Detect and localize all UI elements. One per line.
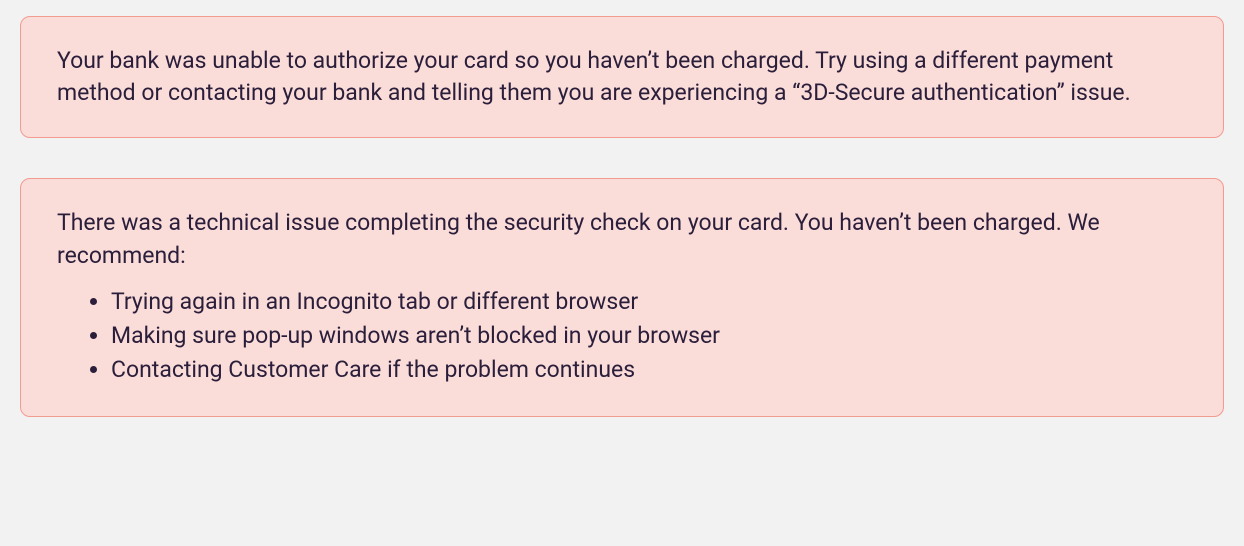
alert-bank-authorization: Your bank was unable to authorize your c…: [20, 16, 1224, 138]
list-item: Contacting Customer Care if the problem …: [111, 354, 1187, 386]
alert-message: There was a technical issue completing t…: [57, 207, 1187, 271]
list-item: Making sure pop-up windows aren’t blocke…: [111, 320, 1187, 352]
alert-recommendations-list: Trying again in an Incognito tab or diff…: [57, 286, 1187, 387]
alert-message: Your bank was unable to authorize your c…: [57, 45, 1187, 109]
alert-technical-issue: There was a technical issue completing t…: [20, 178, 1224, 417]
list-item: Trying again in an Incognito tab or diff…: [111, 286, 1187, 318]
